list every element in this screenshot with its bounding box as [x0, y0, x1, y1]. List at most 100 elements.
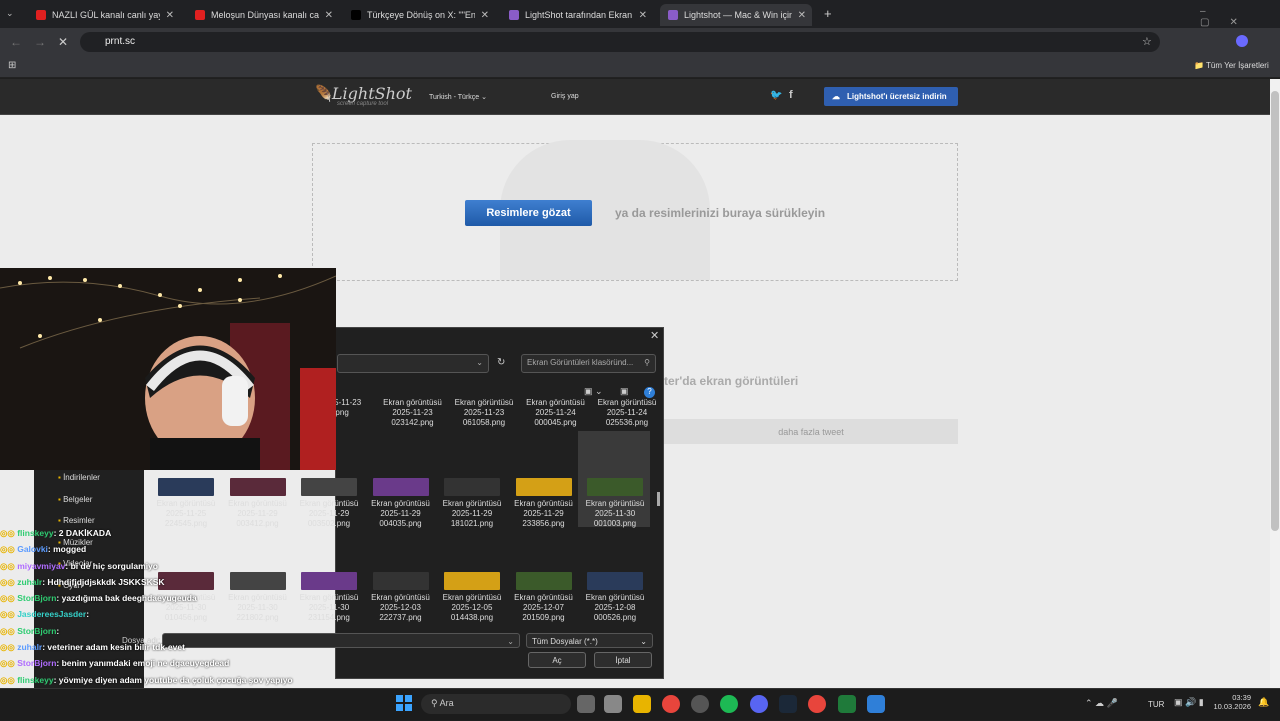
discord-icon[interactable] — [750, 695, 768, 713]
file-item[interactable]: Ekran görüntüsü 2025-11-29 181021.png — [441, 478, 503, 529]
taskbar-search[interactable]: ⚲ Ara — [421, 694, 571, 714]
file-item[interactable]: Ekran görüntüsü 2025-12-05 014438.png — [441, 572, 503, 623]
start-button[interactable] — [396, 695, 412, 711]
file-name: Ekran görüntüsü 2025-11-23 023142.png — [383, 398, 442, 427]
download-button[interactable]: ☁ Lightshot'ı ücretsiz indirin — [824, 87, 958, 106]
chat-username[interactable]: flinskeyy — [17, 528, 53, 538]
chat-username[interactable]: StorBjorn — [17, 626, 56, 636]
close-tab-icon[interactable]: ✕ — [639, 10, 647, 21]
view-options-icon[interactable]: ▣ ⌄ — [584, 386, 603, 397]
tab-list-icon[interactable]: ⌄ — [6, 8, 14, 19]
file-item[interactable]: Ekran görüntüsü 2025-11-24 000045.png — [525, 398, 587, 428]
nav-item-label: Resimler — [63, 516, 95, 525]
chat-username[interactable]: zuhalr — [17, 577, 42, 587]
browser-tab[interactable]: Türkçeye Dönüş on X: ""Eninde ✕ — [343, 4, 495, 26]
new-tab-button[interactable]: + — [824, 6, 832, 21]
bookmark-star-icon[interactable]: ☆ — [1142, 35, 1152, 48]
tab-title: Lightshot — Mac & Win için Ek — [684, 10, 792, 20]
profile-avatar[interactable] — [1236, 35, 1248, 47]
chat-username[interactable]: StorBjorn — [17, 658, 56, 668]
excel-icon[interactable] — [838, 695, 856, 713]
chat-message: ◎◎ flinskeyy: yövmiye diyen adam youtube… — [0, 672, 340, 688]
open-button[interactable]: Aç — [528, 652, 586, 668]
all-bookmarks[interactable]: 📁 Tüm Yer İşaretleri — [1194, 61, 1269, 70]
file-list-scrollbar[interactable] — [657, 492, 660, 506]
more-tweets-button[interactable]: daha fazla tweet — [664, 419, 958, 444]
preview-pane-icon[interactable]: ▣ — [620, 386, 629, 397]
clock[interactable]: 03:39 10.03.2026 — [1213, 693, 1251, 711]
spotify-icon[interactable] — [720, 695, 738, 713]
file-item[interactable]: Ekran görüntüsü 2025-11-23 023142.png — [382, 398, 444, 428]
file-item[interactable]: Ekran görüntüsü 2025-11-25 224545.png — [155, 478, 217, 529]
chrome-icon[interactable] — [808, 695, 826, 713]
notifications-icon[interactable]: 🔔 — [1258, 697, 1269, 708]
browse-button[interactable]: Resimlere gözat — [465, 200, 592, 226]
language-select[interactable]: Turkish - Türkçe ⌄ — [429, 93, 487, 101]
folder-search-input[interactable]: Ekran Görüntüleri klasöründ... ⚲ — [521, 354, 656, 373]
steam-icon[interactable] — [779, 695, 797, 713]
file-item[interactable]: Ekran görüntüsü 2025-11-29 004035.png — [370, 478, 432, 529]
chat-message: ◎◎ StorBjorn: yazdığıma bak deeghdaeyuge… — [0, 590, 340, 606]
file-name: Ekran görüntüsü 2025-11-29 004035.png — [371, 499, 430, 528]
close-tab-icon[interactable]: ✕ — [166, 10, 174, 21]
file-item[interactable]: Ekran görüntüsü 2025-12-03 222737.png — [370, 572, 432, 623]
apps-icon[interactable]: ⊞ — [8, 60, 16, 71]
app-icon[interactable] — [867, 695, 885, 713]
chat-username[interactable]: Galovki — [17, 544, 48, 554]
chat-text: : bi de hiç sorgulamiyo — [65, 560, 158, 571]
nav-item[interactable]: ▪ İndirilenler — [58, 473, 100, 482]
chat-username[interactable]: StorBjorn — [17, 593, 56, 603]
nav-item[interactable]: ▪ Resimler — [58, 516, 95, 525]
file-item[interactable]: Ekran görüntüsü 2025-11-23 061058.png — [453, 398, 515, 428]
url-bar[interactable]: prnt.sc — [80, 32, 1160, 52]
browser-tab[interactable]: NAZLI GÜL kanalı canlı yay ✕ — [28, 4, 180, 26]
path-dropdown[interactable]: ⌄ — [337, 354, 489, 373]
help-icon[interactable]: ? — [644, 387, 655, 398]
nav-item[interactable]: ▪ Belgeler — [58, 495, 92, 504]
forward-icon[interactable]: → — [34, 35, 46, 49]
file-item[interactable]: Ekran görüntüsü 2025-11-29 003502.png — [298, 478, 360, 529]
browser-tab[interactable]: LightShot tarafından Ekran Gör ✕ — [501, 4, 653, 26]
file-item[interactable]: Ekran görüntüsü 2025-12-07 201509.png — [513, 572, 575, 623]
file-item[interactable]: Ekran görüntüsü 2025-12-08 000526.png — [584, 572, 646, 623]
close-tab-icon[interactable]: ✕ — [325, 10, 333, 21]
chrome-icon[interactable] — [662, 695, 680, 713]
browser-tab[interactable]: Meloşun Dünyası kanalı canlı y ✕ — [187, 4, 339, 26]
chat-username[interactable]: JasdereesJasder — [17, 609, 86, 619]
filetype-select[interactable]: Tüm Dosyalar (*.*) ⌄ — [526, 633, 653, 648]
login-link[interactable]: Giriş yap — [551, 93, 579, 100]
chat-username[interactable]: zuhalr — [17, 642, 42, 652]
file-name: Ekran görüntüsü 2025-12-08 000526.png — [585, 593, 645, 622]
file-thumbnail — [587, 572, 643, 590]
file-item[interactable]: Ekran görüntüsü 2025-11-29 003412.png — [227, 478, 289, 529]
file-item[interactable]: Ekran görüntüsü 2025-11-30 001003.png — [584, 478, 646, 529]
file-thumbnail — [587, 478, 643, 496]
facebook-icon[interactable]: f — [789, 89, 793, 101]
task-view-icon[interactable] — [577, 695, 595, 713]
widgets-icon[interactable] — [604, 695, 622, 713]
chat-text: : 2 DAKİKADA — [53, 528, 112, 538]
app-icon[interactable] — [691, 695, 709, 713]
back-icon[interactable]: ← — [10, 35, 22, 49]
cancel-button[interactable]: İptal — [594, 652, 652, 668]
system-tray[interactable]: ▣ 🔊 ▮ — [1174, 697, 1204, 708]
file-item[interactable]: Ekran görüntüsü 2025-11-29 233856.png — [513, 478, 575, 529]
browser-tab[interactable]: Lightshot — Mac & Win için Ek ✕ — [660, 4, 812, 26]
page-scrollbar[interactable] — [1270, 79, 1280, 688]
download-label: Lightshot'ı ücretsiz indirin — [847, 92, 947, 101]
search-icon: ⚲ — [644, 358, 650, 367]
refresh-icon[interactable]: ↻ — [497, 357, 505, 368]
close-tab-icon[interactable]: ✕ — [481, 10, 489, 21]
tray-icons[interactable]: ⌃ ☁ 🎤 — [1085, 698, 1118, 709]
stop-icon[interactable]: ✕ — [58, 35, 68, 49]
input-language[interactable]: TUR — [1148, 700, 1164, 709]
file-explorer-icon[interactable] — [633, 695, 651, 713]
dialog-close-icon[interactable]: ✕ — [650, 329, 659, 342]
chat-text: : benim yanımdaki emoji ne dgaeuyegdead — [56, 658, 230, 669]
chat-username[interactable]: flinskeyy — [17, 675, 53, 685]
twitter-icon[interactable]: 🐦 — [770, 90, 782, 101]
close-tab-icon[interactable]: ✕ — [798, 10, 806, 21]
chat-username[interactable]: miyavmiyav — [17, 561, 65, 571]
file-item[interactable]: Ekran görüntüsü 2025-11-24 025536.png — [596, 398, 658, 428]
window-controls[interactable]: –▢✕ — [1200, 6, 1280, 28]
